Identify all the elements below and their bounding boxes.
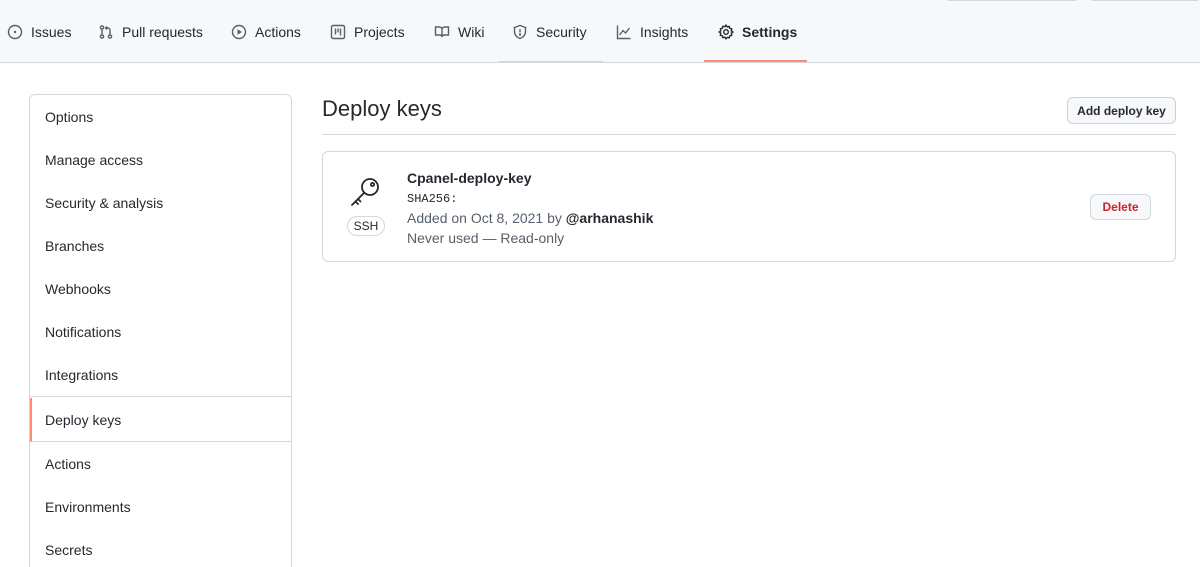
settings-sidebar: Options Manage access Security & analysi…: [29, 94, 292, 567]
tab-label: Insights: [640, 23, 689, 40]
key-added-info: Added on Oct 8, 2021 by @arhanashik: [407, 210, 653, 226]
key-icon: [347, 174, 383, 210]
tab-label: Projects: [354, 23, 405, 40]
tab-settings[interactable]: Settings: [718, 0, 797, 63]
sidebar-item-actions[interactable]: Actions: [30, 442, 291, 486]
sidebar-item-security-analysis[interactable]: Security & analysis: [30, 181, 291, 225]
tab-label: Wiki: [458, 23, 485, 40]
sidebar-item-deploy-keys[interactable]: Deploy keys: [30, 398, 291, 442]
key-usage-info: Never used — Read-only: [407, 230, 565, 246]
sidebar-item-notifications[interactable]: Notifications: [30, 310, 291, 354]
gear-icon: [718, 23, 734, 40]
sidebar-item-environments[interactable]: Environments: [30, 485, 291, 529]
shield-icon: [513, 24, 527, 39]
issue-opened-icon: [7, 24, 23, 39]
tab-label: Security: [536, 23, 587, 40]
tab-hover-indicator: [499, 61, 603, 63]
graph-icon: [616, 25, 631, 39]
book-icon: [434, 25, 450, 37]
delete-key-button[interactable]: Delete: [1090, 194, 1151, 220]
tab-issues[interactable]: Issues: [7, 0, 71, 63]
table-icon: [330, 24, 346, 39]
repo-nav-bar: Issues Pull requests Actions Projects Wi…: [0, 0, 1200, 63]
sidebar-item-secrets[interactable]: Secrets: [30, 528, 291, 567]
title-divider: [322, 134, 1176, 135]
fingerprint-prefix: SHA256:: [407, 192, 458, 206]
tab-insights[interactable]: Insights: [616, 0, 688, 63]
git-pull-request-icon: [99, 24, 113, 39]
sidebar-item-manage-access[interactable]: Manage access: [30, 138, 291, 182]
tab-projects[interactable]: Projects: [330, 0, 405, 63]
key-title: Cpanel-deploy-key: [407, 170, 532, 186]
header-button-remnant: [946, 0, 1078, 1]
tab-security[interactable]: Security: [512, 0, 587, 63]
tab-label: Issues: [31, 23, 72, 40]
page-title: Deploy keys: [322, 96, 442, 121]
play-icon: [231, 24, 247, 39]
added-by-user[interactable]: @arhanashik: [566, 210, 654, 226]
sidebar-item-options[interactable]: Options: [30, 95, 291, 139]
tab-label: Actions: [255, 23, 301, 40]
sidebar-item-integrations[interactable]: Integrations: [30, 353, 291, 397]
header-button-remnant: [1090, 0, 1200, 1]
sidebar-item-webhooks[interactable]: Webhooks: [30, 267, 291, 311]
tab-wiki[interactable]: Wiki: [434, 0, 484, 63]
sidebar-item-branches[interactable]: Branches: [30, 224, 291, 268]
active-tab-indicator: [704, 60, 807, 62]
deploy-key-item: SSH Cpanel-deploy-key SHA256: Added on O…: [322, 151, 1176, 262]
added-date-text: Added on Oct 8, 2021 by: [407, 210, 566, 226]
tab-label: Settings: [742, 23, 798, 40]
tab-pull-requests[interactable]: Pull requests: [98, 0, 203, 63]
key-fingerprint: SHA256:: [407, 192, 457, 206]
key-type-badge: SSH: [347, 216, 385, 236]
tab-actions[interactable]: Actions: [231, 0, 301, 63]
tab-label: Pull requests: [122, 23, 203, 40]
add-deploy-key-button[interactable]: Add deploy key: [1067, 97, 1176, 124]
